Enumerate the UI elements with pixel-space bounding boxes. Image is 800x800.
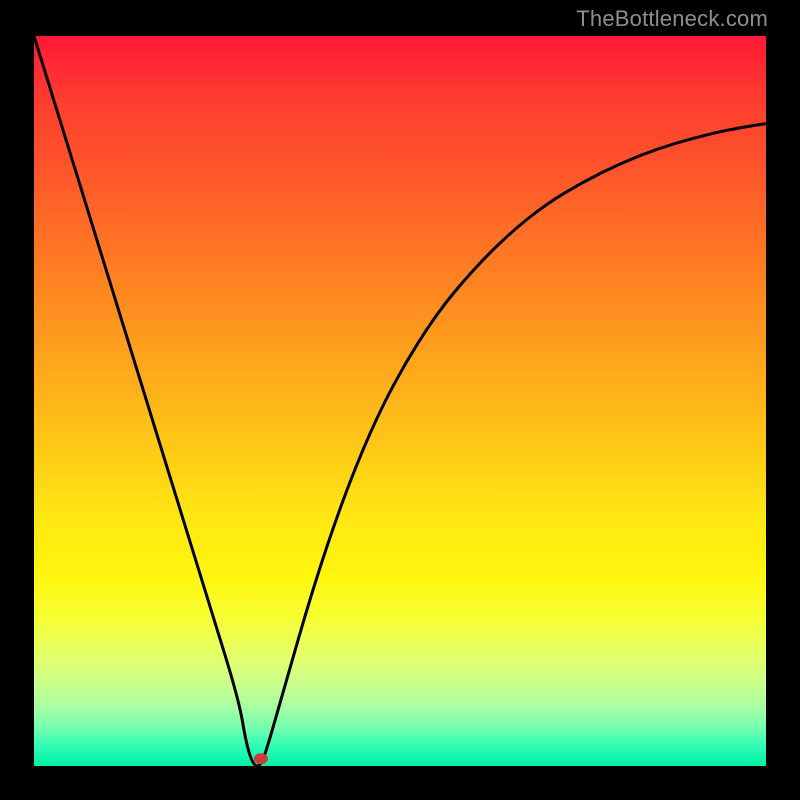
curve-line — [34, 36, 766, 766]
minimum-marker — [254, 753, 268, 764]
bottleneck-curve — [34, 36, 766, 766]
plot-area — [34, 36, 766, 766]
watermark-text: TheBottleneck.com — [576, 6, 768, 32]
chart-frame: TheBottleneck.com — [0, 0, 800, 800]
